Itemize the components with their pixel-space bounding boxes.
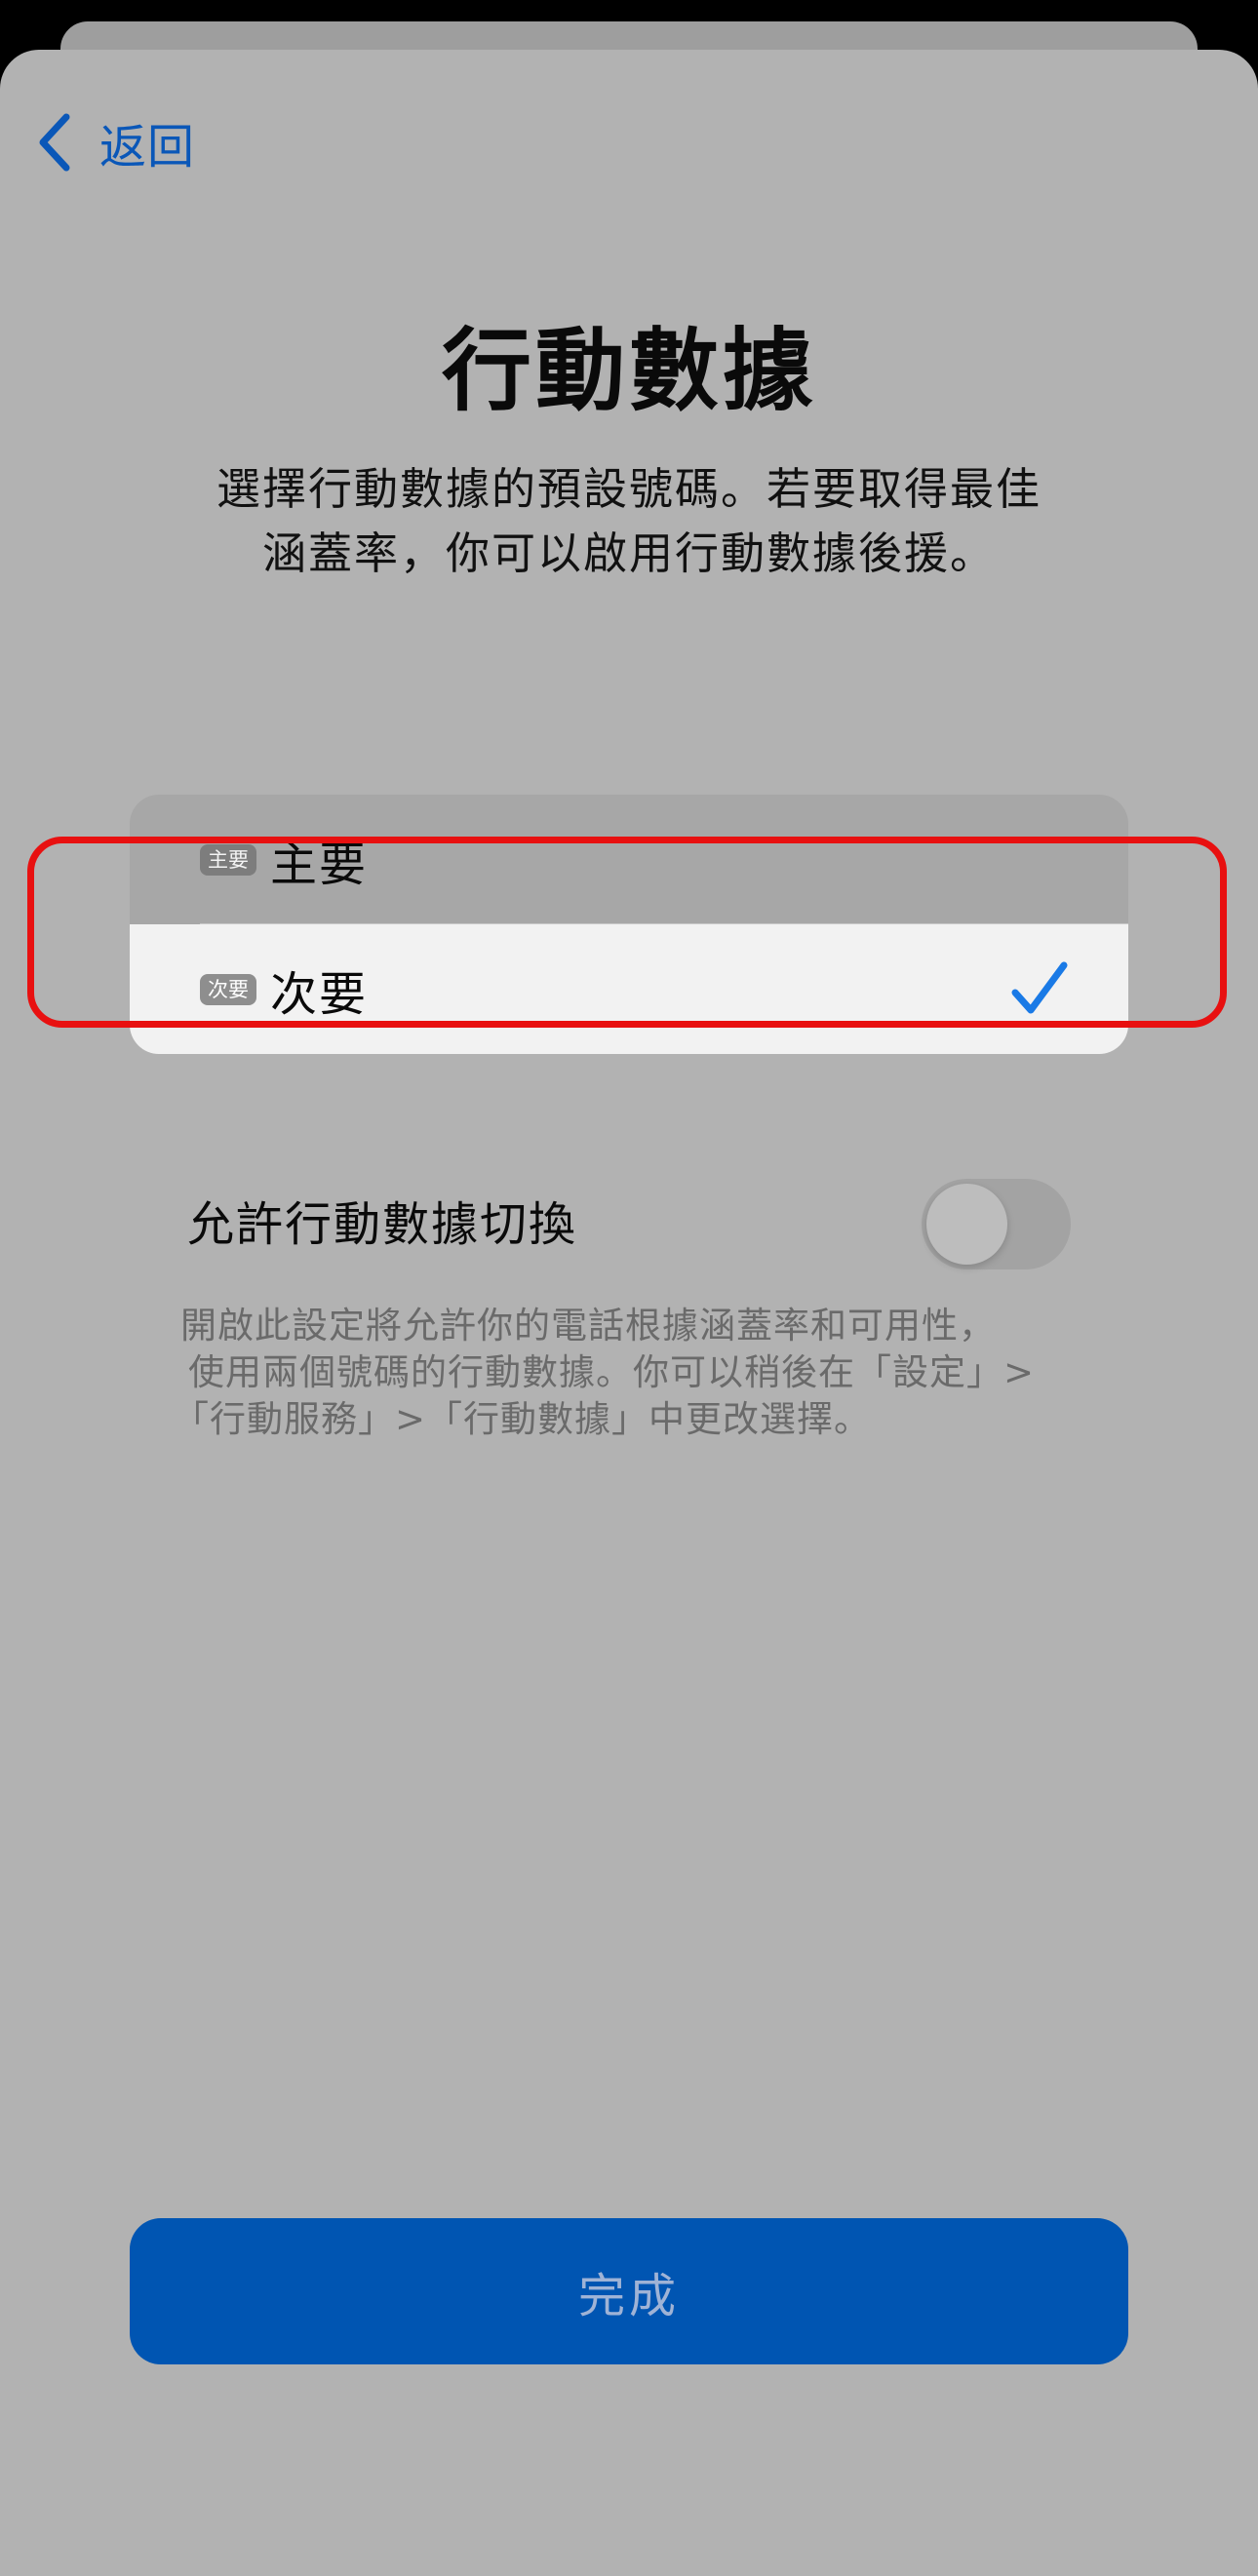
sim-badge-secondary: 次要 — [200, 973, 256, 1005]
mobile-data-sheet: 返回 行動數據 選擇行動數據的預設號碼。若要取得最佳涵蓋率，你可以啟用行動數據後… — [0, 50, 1258, 2576]
footnote-line: 使用兩個號碼的行動數據。你可以稍後在「設定」> — [188, 1351, 1036, 1393]
page-title: 行動數據 — [441, 319, 816, 423]
page-subtitle: 選擇行動數據的預設號碼。若要取得最佳涵蓋率，你可以啟用行動數據後援。 — [216, 463, 1042, 579]
data-switching-footnote: 開啟此設定將允許你的電話根據涵蓋率和可用性， 使用兩個號碼的行動數據。你可以稍後… — [173, 1303, 1058, 1443]
back-button-label: 返回 — [99, 120, 196, 175]
data-switching-toggle[interactable] — [922, 1179, 1071, 1269]
data-switching-label: 允許行動數據切換 — [187, 1197, 578, 1252]
done-button-label: 完成 — [577, 2269, 680, 2323]
chevron-left-icon — [39, 113, 70, 172]
checkmark-icon — [1011, 961, 1068, 1014]
line-option-secondary[interactable]: 次要 次要 — [130, 924, 1128, 1054]
sim-badge-primary: 主要 — [200, 843, 256, 876]
footnote-line: 「行動服務」>「行動數據」中更改選擇。 — [173, 1398, 872, 1440]
back-button[interactable]: 返回 — [35, 103, 195, 181]
footnote-line: 開啟此設定將允許你的電話根據涵蓋率和可用性， — [180, 1305, 996, 1347]
line-selection-list: 主要 主要 次要 次要 — [130, 795, 1128, 1054]
line-option-primary[interactable]: 主要 主要 — [130, 795, 1128, 924]
line-label-secondary: 次要 — [270, 966, 369, 1022]
toggle-knob — [926, 1184, 1007, 1265]
line-label-primary: 主要 — [270, 837, 369, 892]
done-button[interactable]: 完成 — [130, 2218, 1128, 2364]
